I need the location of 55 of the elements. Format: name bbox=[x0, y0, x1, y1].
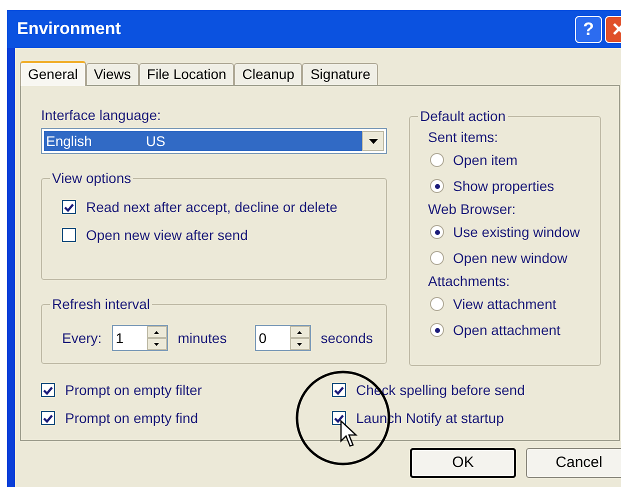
help-button[interactable]: ? bbox=[575, 16, 602, 42]
check-icon bbox=[334, 414, 344, 422]
window-title: Environment bbox=[17, 18, 122, 40]
radio-button[interactable] bbox=[430, 323, 444, 337]
check-icon bbox=[334, 386, 344, 394]
checkbox[interactable] bbox=[41, 383, 55, 397]
checkbox[interactable] bbox=[62, 228, 76, 242]
tab[interactable]: General bbox=[20, 61, 86, 86]
checkbox[interactable] bbox=[332, 383, 346, 397]
checkbox-label: Read next after accept, decline or delete bbox=[86, 198, 338, 217]
checkbox-label: Open new view after send bbox=[86, 226, 248, 245]
spin-up-icon[interactable] bbox=[290, 326, 310, 338]
spin-field[interactable]: 0 bbox=[254, 325, 311, 351]
checkbox[interactable] bbox=[332, 411, 346, 425]
radio-label: Use existing window bbox=[453, 222, 580, 242]
option-group-label: Sent items: bbox=[428, 128, 500, 147]
spin-up-icon[interactable] bbox=[146, 326, 167, 338]
radio-button[interactable] bbox=[430, 297, 444, 311]
radio-button[interactable] bbox=[430, 153, 444, 167]
unit-label: seconds bbox=[320, 328, 373, 348]
dropdown-value: US bbox=[146, 132, 166, 150]
dropdown-value: English bbox=[46, 132, 92, 151]
unit-label: minutes bbox=[178, 328, 227, 348]
dialog-button[interactable]: Cancel bbox=[526, 448, 621, 478]
field-label: Interface language: bbox=[41, 106, 162, 124]
spin-value: 1 bbox=[114, 329, 124, 348]
spin-value: 0 bbox=[258, 329, 268, 348]
cursor-icon bbox=[340, 420, 358, 448]
check-icon bbox=[43, 414, 53, 422]
checkbox[interactable] bbox=[62, 200, 76, 214]
radio-label: Open attachment bbox=[453, 320, 560, 340]
radio-button[interactable] bbox=[430, 225, 444, 239]
radio-label: Open new window bbox=[453, 248, 568, 268]
checkbox[interactable] bbox=[41, 411, 55, 425]
option-group-label: Web Browser: bbox=[428, 200, 517, 219]
tab[interactable]: Signature bbox=[302, 63, 378, 85]
radio-label: View attachment bbox=[453, 294, 556, 314]
option-group-label: Attachments: bbox=[428, 272, 511, 291]
tab[interactable]: Cleanup bbox=[234, 63, 302, 85]
check-icon bbox=[43, 386, 53, 394]
language-dropdown[interactable]: English US bbox=[41, 128, 387, 154]
check-icon bbox=[64, 202, 74, 212]
tab[interactable]: File Location bbox=[138, 63, 234, 85]
checkbox-label: Prompt on empty filter bbox=[65, 380, 202, 400]
dialog-button[interactable]: OK bbox=[410, 448, 516, 478]
every-label: Every: bbox=[62, 328, 102, 348]
tab[interactable]: Views bbox=[86, 63, 139, 85]
radio-button[interactable] bbox=[430, 179, 444, 193]
spin-down-icon[interactable] bbox=[290, 338, 310, 350]
radio-button[interactable] bbox=[430, 251, 444, 265]
spin-down-icon[interactable] bbox=[146, 338, 167, 350]
radio-label: Open item bbox=[453, 150, 518, 170]
spin-field[interactable]: 1 bbox=[112, 325, 168, 351]
radio-label: Show properties bbox=[453, 176, 554, 196]
checkbox-label: Prompt on empty find bbox=[65, 408, 198, 428]
